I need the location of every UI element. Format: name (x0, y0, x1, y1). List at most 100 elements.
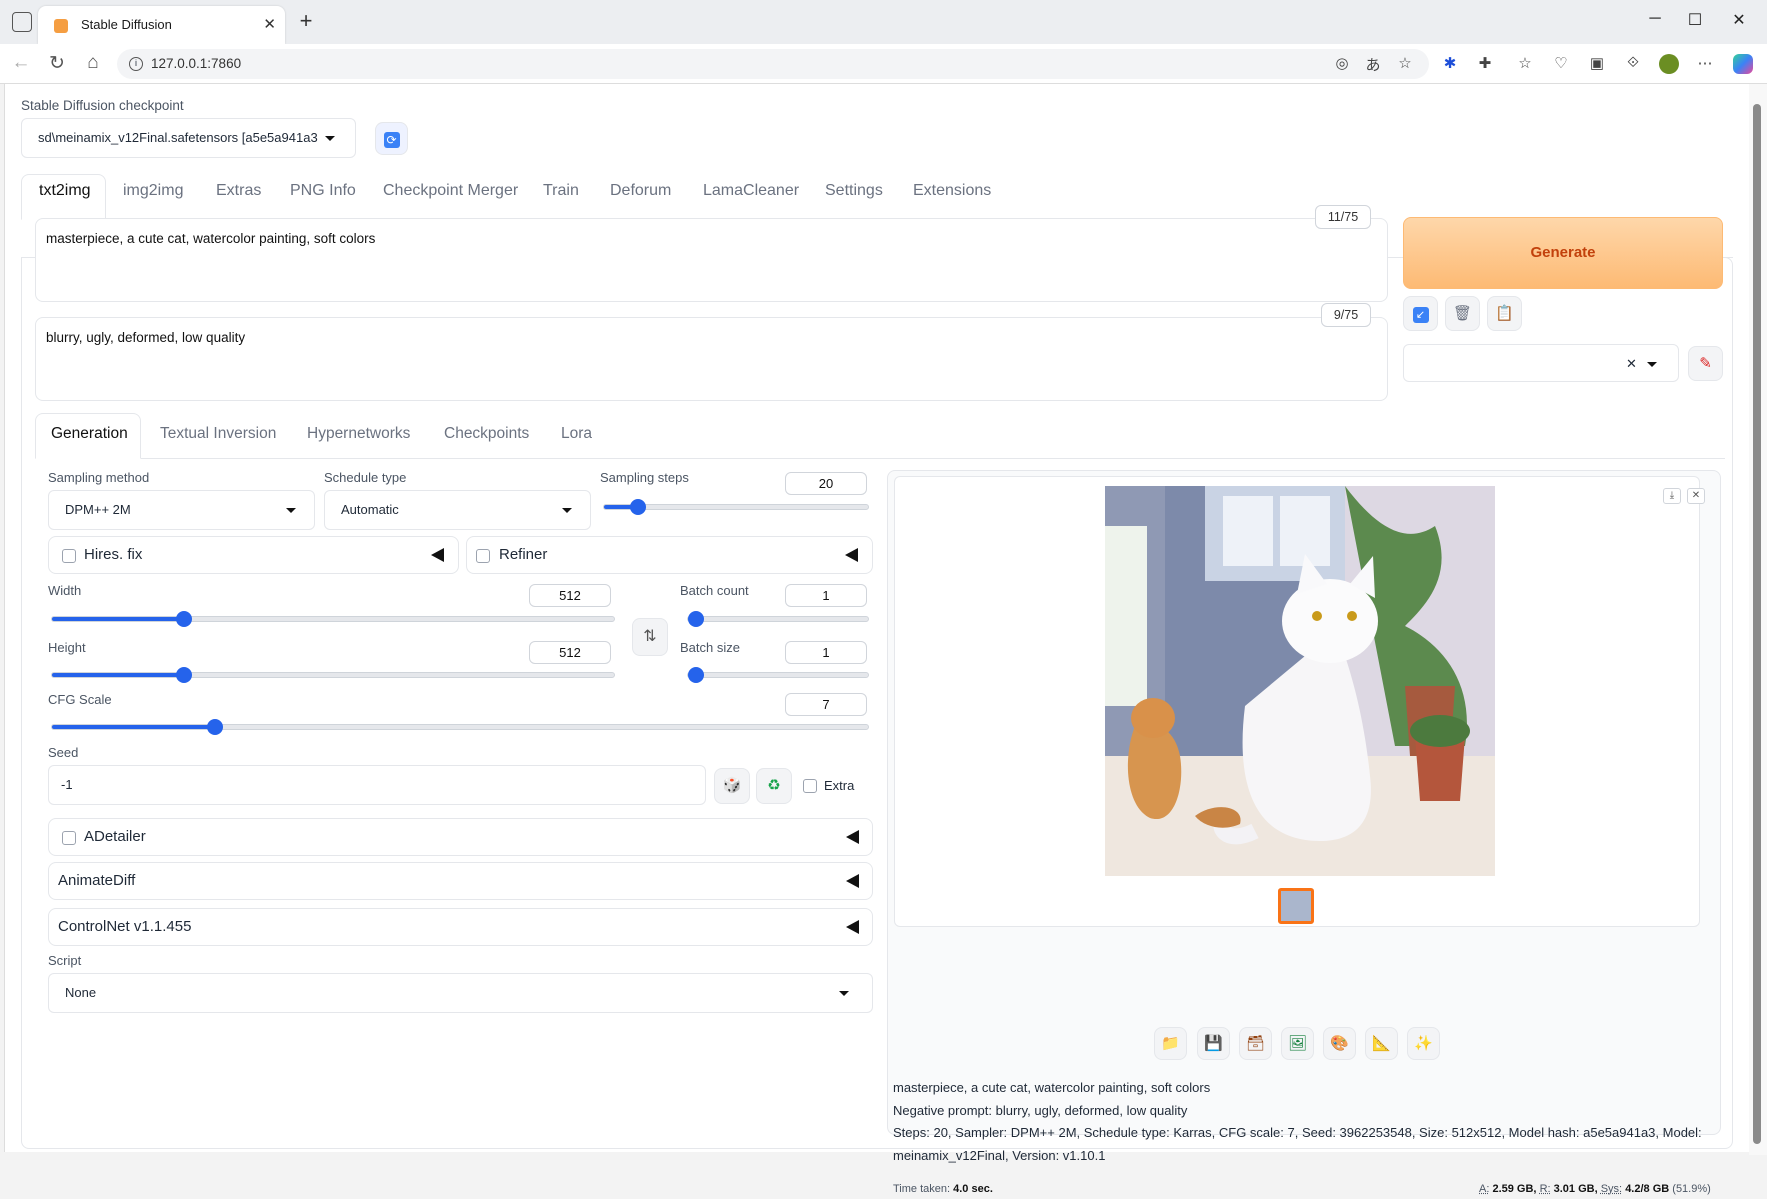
width-slider[interactable] (51, 616, 615, 622)
clear-prompt-button[interactable]: 🗑 (1445, 296, 1480, 331)
tab-lamacleaner[interactable]: LamaCleaner (703, 182, 799, 200)
read-params-button[interactable]: ↙ (1403, 296, 1438, 331)
send-to-img2img-button[interactable]: 🖼 (1281, 1027, 1314, 1060)
address-input[interactable]: i 127.0.0.1:7860 (117, 49, 1429, 79)
profile-avatar[interactable] (1659, 54, 1679, 74)
refresh-checkpoint-button[interactable]: ⟳ (375, 122, 408, 155)
tab-extensions[interactable]: Extensions (913, 182, 991, 200)
tab-extras[interactable]: Extras (216, 182, 261, 200)
tab-textual-inversion[interactable]: Textual Inversion (160, 425, 276, 443)
edit-styles-button[interactable]: ✎ (1688, 346, 1723, 381)
refresh-icon[interactable]: ↻ (45, 52, 69, 75)
tab-actions-icon[interactable] (12, 12, 32, 32)
batch-count-input[interactable]: 1 (785, 584, 867, 607)
tab-train[interactable]: Train (543, 182, 579, 200)
refiner-checkbox[interactable] (476, 549, 490, 563)
tab-generation[interactable]: Generation (51, 425, 128, 443)
clear-styles-icon[interactable]: ✕ (1626, 345, 1637, 383)
close-icon[interactable]: ✕ (1687, 488, 1705, 504)
apply-style-button[interactable]: 📋 (1487, 296, 1522, 331)
animatediff-accordion[interactable]: AnimateDiff (48, 862, 873, 900)
collections-icon[interactable]: ▣ (1587, 54, 1607, 74)
negative-prompt-input[interactable]: blurry, ugly, deformed, low quality (35, 317, 1388, 401)
controlnet-accordion[interactable]: ControlNet v1.1.455 (48, 908, 873, 946)
adetailer-checkbox[interactable] (62, 831, 76, 845)
sampling-steps-slider[interactable] (603, 504, 869, 510)
batch-count-slider[interactable] (687, 616, 869, 622)
collapse-arrow-icon[interactable] (845, 548, 858, 562)
translate-icon[interactable]: あ (1363, 54, 1383, 74)
sampling-method-select[interactable]: DPM++ 2M (48, 490, 315, 530)
styles-select[interactable]: ✕ (1403, 344, 1679, 382)
slider-thumb[interactable] (688, 667, 704, 683)
reuse-seed-button[interactable]: ♻ (756, 768, 792, 804)
save-button[interactable]: 💾 (1197, 1027, 1230, 1060)
new-tab-icon[interactable]: + (294, 8, 318, 34)
close-tab-icon[interactable]: ✕ (263, 15, 276, 33)
site-info-icon[interactable]: i (129, 57, 143, 71)
slider-thumb[interactable] (176, 667, 192, 683)
positive-prompt-input[interactable]: masterpiece, a cute cat, watercolor pain… (35, 218, 1388, 302)
collapse-arrow-icon[interactable] (431, 548, 444, 562)
checkpoint-select[interactable]: sd\meinamix_v12Final.safetensors [a5e5a9… (21, 118, 356, 158)
close-window-icon[interactable]: ✕ (1727, 10, 1751, 30)
favorites-icon[interactable]: ☆ (1515, 54, 1535, 74)
gallery-thumbnail[interactable] (1278, 888, 1314, 924)
read-aloud-icon[interactable]: ◎ (1332, 54, 1352, 74)
slider-thumb[interactable] (688, 611, 704, 627)
schedule-type-select[interactable]: Automatic (324, 490, 591, 530)
zip-button[interactable]: 🗃 (1239, 1027, 1272, 1060)
download-icon[interactable]: ⤓ (1663, 488, 1681, 504)
batch-size-input[interactable]: 1 (785, 641, 867, 664)
tab-hypernetworks[interactable]: Hypernetworks (307, 425, 410, 443)
extra-seed-checkbox[interactable] (803, 779, 817, 793)
refiner-accordion[interactable]: Refiner (466, 536, 873, 574)
collapse-arrow-icon[interactable] (846, 920, 859, 934)
tab-txt2img[interactable]: txt2img (39, 182, 91, 200)
send-to-extras-button[interactable]: 📐 (1365, 1027, 1398, 1060)
generate-button[interactable]: Generate (1403, 217, 1723, 289)
tab-settings[interactable]: Settings (825, 182, 883, 200)
collapse-arrow-icon[interactable] (846, 874, 859, 888)
upscale-button[interactable]: ✨ (1407, 1027, 1440, 1060)
health-icon[interactable]: ♡ (1551, 54, 1571, 74)
maximize-icon[interactable]: ☐ (1683, 10, 1707, 30)
tab-img2img[interactable]: img2img (123, 182, 183, 200)
minimize-icon[interactable]: ─ (1643, 10, 1667, 28)
cfg-scale-input[interactable]: 7 (785, 693, 867, 716)
hires-fix-checkbox[interactable] (62, 549, 76, 563)
home-icon[interactable]: ⌂ (81, 52, 105, 74)
more-menu-icon[interactable]: ⋯ (1695, 54, 1715, 74)
random-seed-button[interactable]: 🎲 (714, 768, 750, 804)
extensions-puzzle-icon[interactable]: ✚ (1475, 54, 1495, 74)
favorite-star-icon[interactable]: ☆ (1395, 54, 1415, 74)
height-slider[interactable] (51, 672, 615, 678)
tab-checkpoint-merger[interactable]: Checkpoint Merger (383, 182, 518, 200)
cfg-scale-slider[interactable] (51, 724, 869, 730)
seed-input[interactable]: -1 (48, 765, 706, 805)
open-folder-button[interactable]: 📁 (1154, 1027, 1187, 1060)
slider-thumb[interactable] (176, 611, 192, 627)
sampling-steps-input[interactable]: 20 (785, 472, 867, 495)
swap-dimensions-button[interactable]: ⇅ (632, 618, 668, 656)
tab-lora[interactable]: Lora (561, 425, 592, 443)
hires-fix-accordion[interactable]: Hires. fix (48, 536, 459, 574)
browser-essentials-icon[interactable]: ⟐ (1623, 54, 1643, 74)
tab-png-info[interactable]: PNG Info (290, 182, 356, 200)
tab-checkpoints[interactable]: Checkpoints (444, 425, 529, 443)
width-input[interactable]: 512 (529, 584, 611, 607)
height-input[interactable]: 512 (529, 641, 611, 664)
send-to-inpaint-button[interactable]: 🎨 (1323, 1027, 1356, 1060)
browser-tab[interactable]: Stable Diffusion ✕ (38, 6, 285, 44)
collapse-arrow-icon[interactable] (846, 830, 859, 844)
scrollbar-thumb[interactable] (1753, 104, 1761, 1144)
adetailer-accordion[interactable]: ADetailer (48, 818, 873, 856)
tab-deforum[interactable]: Deforum (610, 182, 671, 200)
extension-icon[interactable]: ✱ (1440, 54, 1460, 74)
generated-image[interactable] (1105, 486, 1495, 876)
page-scrollbar[interactable] (1749, 84, 1767, 1155)
script-select[interactable]: None (48, 973, 873, 1013)
back-icon[interactable]: ← (9, 52, 33, 74)
batch-size-slider[interactable] (687, 672, 869, 678)
copilot-icon[interactable] (1733, 54, 1753, 74)
